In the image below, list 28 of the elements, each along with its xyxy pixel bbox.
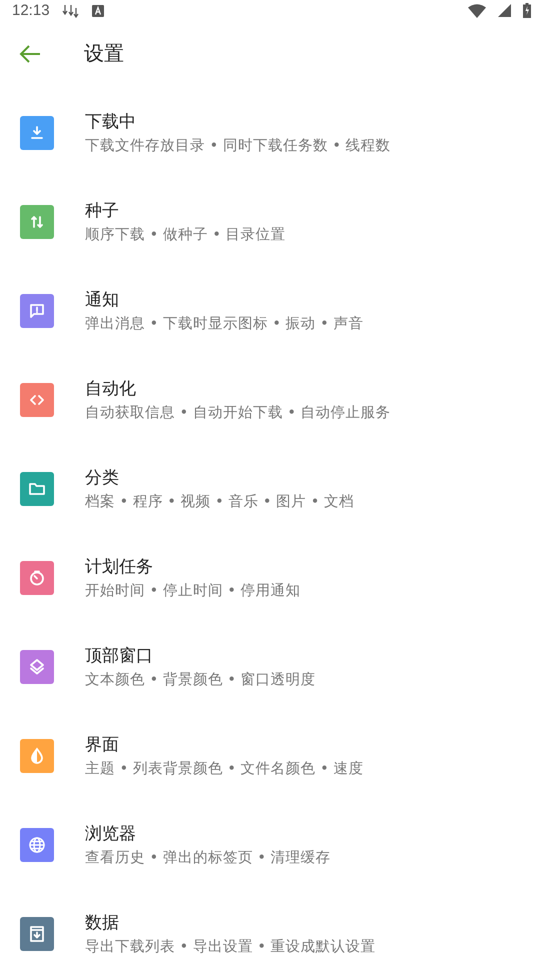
- setting-title[interactable]: 数据: [85, 911, 376, 934]
- setting-title[interactable]: 浏览器: [85, 822, 331, 845]
- setting-summary: 自动获取信息 • 自动开始下载 • 自动停止服务: [85, 404, 391, 422]
- setting-title[interactable]: 界面: [85, 733, 364, 756]
- setting-summary: 下载文件存放目录 • 同时下载任务数 • 线程数: [85, 137, 391, 155]
- setting-summary: 导出下载列表 • 导出设置 • 重设成默认设置: [85, 938, 376, 956]
- setting-title[interactable]: 下载中: [85, 110, 391, 133]
- download-arrows-icon: [62, 4, 80, 18]
- signal-icon: [498, 4, 511, 18]
- setting-summary: 弹出消息 • 下载时显示图标 • 振动 • 声音: [85, 314, 364, 333]
- back-arrow-icon: [19, 44, 41, 64]
- setting-title[interactable]: 计划任务: [85, 555, 301, 578]
- setting-title[interactable]: 分类: [85, 466, 354, 489]
- page-title: 设置: [84, 40, 124, 68]
- setting-summary: 查看历史 • 弹出的标签页 • 清理缓存: [85, 849, 331, 867]
- setting-summary: 文本颜色 • 背景颜色 • 窗口透明度: [85, 670, 316, 689]
- setting-summary: 主题 • 列表背景颜色 • 文件名颜色 • 速度: [85, 760, 364, 778]
- setting-summary: 开始时间 • 停止时间 • 停用通知: [85, 582, 301, 600]
- battery-icon: [523, 3, 531, 18]
- setting-summary: 顺序下载 • 做种子 • 目录位置: [85, 226, 286, 244]
- setting-title[interactable]: 顶部窗口: [85, 644, 316, 667]
- keyboard-icon: [92, 4, 104, 17]
- status-time: 12:13: [12, 2, 50, 20]
- setting-title[interactable]: 种子: [85, 199, 286, 222]
- setting-title[interactable]: 自动化: [85, 377, 391, 400]
- wifi-icon: [468, 4, 486, 18]
- setting-title[interactable]: 通知: [85, 288, 364, 311]
- setting-summary: 档案 • 程序 • 视频 • 音乐 • 图片 • 文档: [85, 492, 354, 511]
